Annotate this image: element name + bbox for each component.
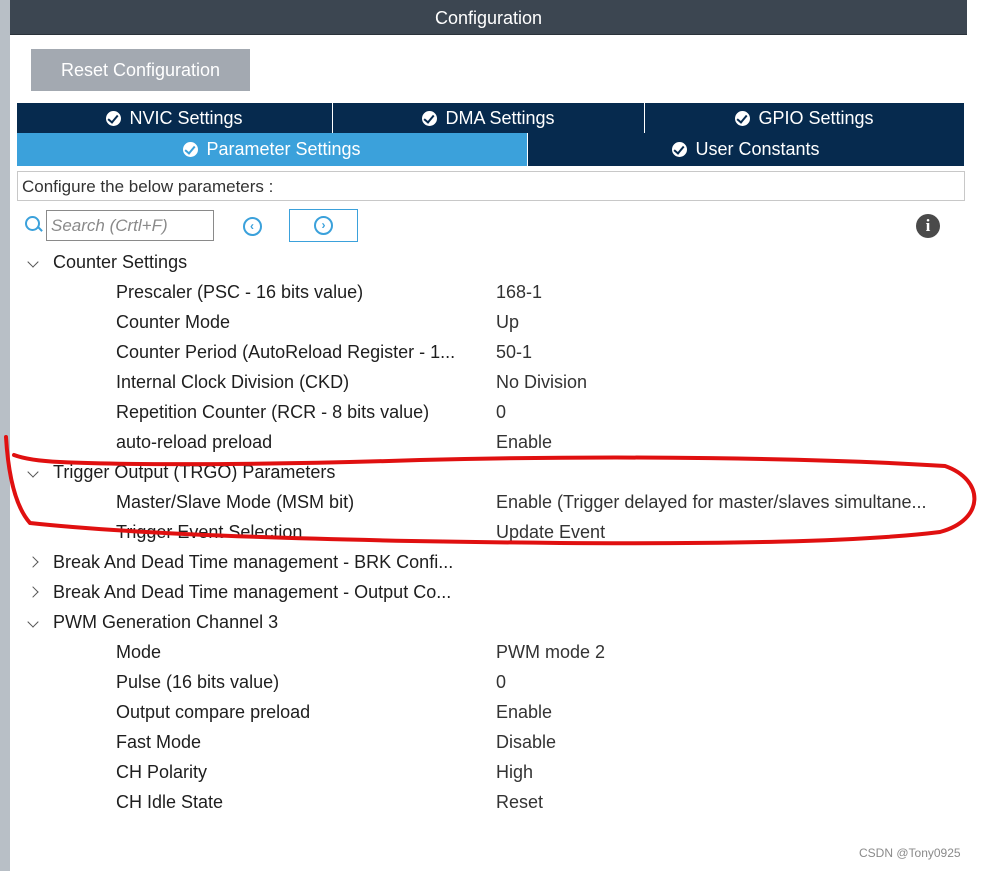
- chevron-left-icon: ‹: [242, 216, 262, 236]
- tree-group-trgo-parameters[interactable]: Trigger Output (TRGO) Parameters: [0, 457, 968, 487]
- param-row[interactable]: Trigger Event Selection Update Event: [0, 517, 968, 547]
- check-circle-icon: [735, 110, 751, 126]
- group-label: Break And Dead Time management - Output …: [53, 582, 452, 602]
- group-label: PWM Generation Channel 3: [53, 612, 279, 632]
- tab-label: Parameter Settings: [206, 139, 361, 159]
- info-icon[interactable]: i: [916, 214, 940, 238]
- check-circle-icon: [183, 142, 199, 157]
- param-name: CH Idle State: [116, 792, 224, 812]
- param-row[interactable]: Master/Slave Mode (MSM bit) Enable (Trigg…: [0, 487, 968, 517]
- chevron-down-icon[interactable]: [27, 247, 43, 277]
- title-bar: Configuration: [10, 0, 967, 35]
- param-name: Pulse (16 bits value): [116, 672, 280, 692]
- param-name: Master/Slave Mode (MSM bit): [116, 492, 355, 512]
- tab-parameter-settings[interactable]: Parameter Settings: [17, 133, 528, 166]
- param-value[interactable]: Disable: [496, 727, 962, 757]
- tab-row-1: NVIC Settings DMA Settings GPIO Settings: [17, 103, 964, 133]
- param-name: Mode: [116, 642, 162, 662]
- tab-label: User Constants: [695, 139, 820, 159]
- param-row[interactable]: Repetition Counter (RCR - 8 bits value) 0: [0, 397, 968, 427]
- tab-label: GPIO Settings: [758, 107, 874, 128]
- tab-user-constants[interactable]: User Constants: [528, 133, 964, 166]
- chevron-right-icon[interactable]: [27, 547, 43, 577]
- param-value[interactable]: Enable (Trigger delayed for master/slave…: [496, 487, 962, 517]
- param-row[interactable]: Counter Period (AutoReload Register - 1.…: [0, 337, 968, 367]
- watermark: CSDN @Tony0925: [859, 846, 961, 860]
- tree-group-output-configuration[interactable]: Break And Dead Time management - Output …: [0, 577, 968, 607]
- param-value[interactable]: 50-1: [496, 337, 962, 367]
- param-name: Repetition Counter (RCR - 8 bits value): [116, 402, 430, 422]
- check-circle-icon: [422, 110, 438, 126]
- param-value[interactable]: Enable: [496, 427, 962, 457]
- param-value[interactable]: Update Event: [496, 517, 962, 547]
- right-margin: [968, 0, 986, 871]
- parameters-description: Configure the below parameters :: [17, 171, 965, 201]
- param-name: CH Polarity: [116, 762, 208, 782]
- chevron-right-icon[interactable]: [27, 577, 43, 607]
- tab-label: DMA Settings: [445, 107, 555, 128]
- previous-match-button[interactable]: ‹: [237, 211, 267, 241]
- param-value[interactable]: Enable: [496, 697, 962, 727]
- search-input[interactable]: [46, 210, 214, 241]
- param-value[interactable]: PWM mode 2: [496, 637, 962, 667]
- param-row[interactable]: Internal Clock Division (CKD) No Division: [0, 367, 968, 397]
- chevron-down-icon[interactable]: [27, 607, 43, 637]
- param-name: Fast Mode: [116, 732, 202, 752]
- tab-dma-settings[interactable]: DMA Settings: [333, 103, 645, 133]
- param-row[interactable]: Counter Mode Up: [0, 307, 968, 337]
- chevron-right-icon: ›: [314, 216, 333, 235]
- tab-row-2: Parameter Settings User Constants: [17, 133, 964, 166]
- param-value[interactable]: Up: [496, 307, 962, 337]
- window-title: Configuration: [434, 8, 543, 28]
- tab-nvic-settings[interactable]: NVIC Settings: [17, 103, 333, 133]
- param-value[interactable]: 168-1: [496, 277, 962, 307]
- param-name: Trigger Event Selection: [116, 522, 303, 542]
- search-icon[interactable]: [25, 216, 40, 231]
- param-name: auto-reload preload: [116, 432, 273, 452]
- tab-gpio-settings[interactable]: GPIO Settings: [645, 103, 964, 133]
- tab-label: NVIC Settings: [129, 107, 243, 128]
- check-circle-icon: [106, 110, 122, 126]
- chevron-down-icon[interactable]: [27, 457, 43, 487]
- param-name: Internal Clock Division (CKD): [116, 372, 350, 392]
- parameter-tree: Counter Settings Prescaler (PSC - 16 bit…: [0, 247, 968, 817]
- param-value[interactable]: No Division: [496, 367, 962, 397]
- param-value[interactable]: 0: [496, 667, 962, 697]
- param-value[interactable]: High: [496, 757, 962, 787]
- param-row[interactable]: Mode PWM mode 2: [0, 637, 968, 667]
- param-name: Counter Mode: [116, 312, 231, 332]
- tree-group-brk-configuration[interactable]: Break And Dead Time management - BRK Con…: [0, 547, 968, 577]
- group-label: Trigger Output (TRGO) Parameters: [53, 462, 336, 482]
- group-label: Break And Dead Time management - BRK Con…: [53, 552, 454, 572]
- param-row[interactable]: Fast Mode Disable: [0, 727, 968, 757]
- param-row[interactable]: CH Polarity High: [0, 757, 968, 787]
- check-circle-icon: [672, 142, 688, 157]
- group-label: Counter Settings: [53, 252, 188, 272]
- param-row[interactable]: Prescaler (PSC - 16 bits value) 168-1: [0, 277, 968, 307]
- next-match-button[interactable]: ›: [289, 209, 358, 242]
- param-name: Counter Period (AutoReload Register - 1.…: [116, 342, 456, 362]
- param-name: Prescaler (PSC - 16 bits value): [116, 282, 364, 302]
- param-row[interactable]: Output compare preload Enable: [0, 697, 968, 727]
- param-row[interactable]: auto-reload preload Enable: [0, 427, 968, 457]
- param-row[interactable]: Pulse (16 bits value) 0: [0, 667, 968, 697]
- param-name: Output compare preload: [116, 702, 311, 722]
- reset-configuration-button[interactable]: Reset Configuration: [31, 49, 250, 91]
- param-value[interactable]: 0: [496, 397, 962, 427]
- tree-group-counter-settings[interactable]: Counter Settings: [0, 247, 968, 277]
- param-row[interactable]: CH Idle State Reset: [0, 787, 968, 817]
- param-value[interactable]: Reset: [496, 787, 962, 817]
- tree-group-pwm-channel-3[interactable]: PWM Generation Channel 3: [0, 607, 968, 637]
